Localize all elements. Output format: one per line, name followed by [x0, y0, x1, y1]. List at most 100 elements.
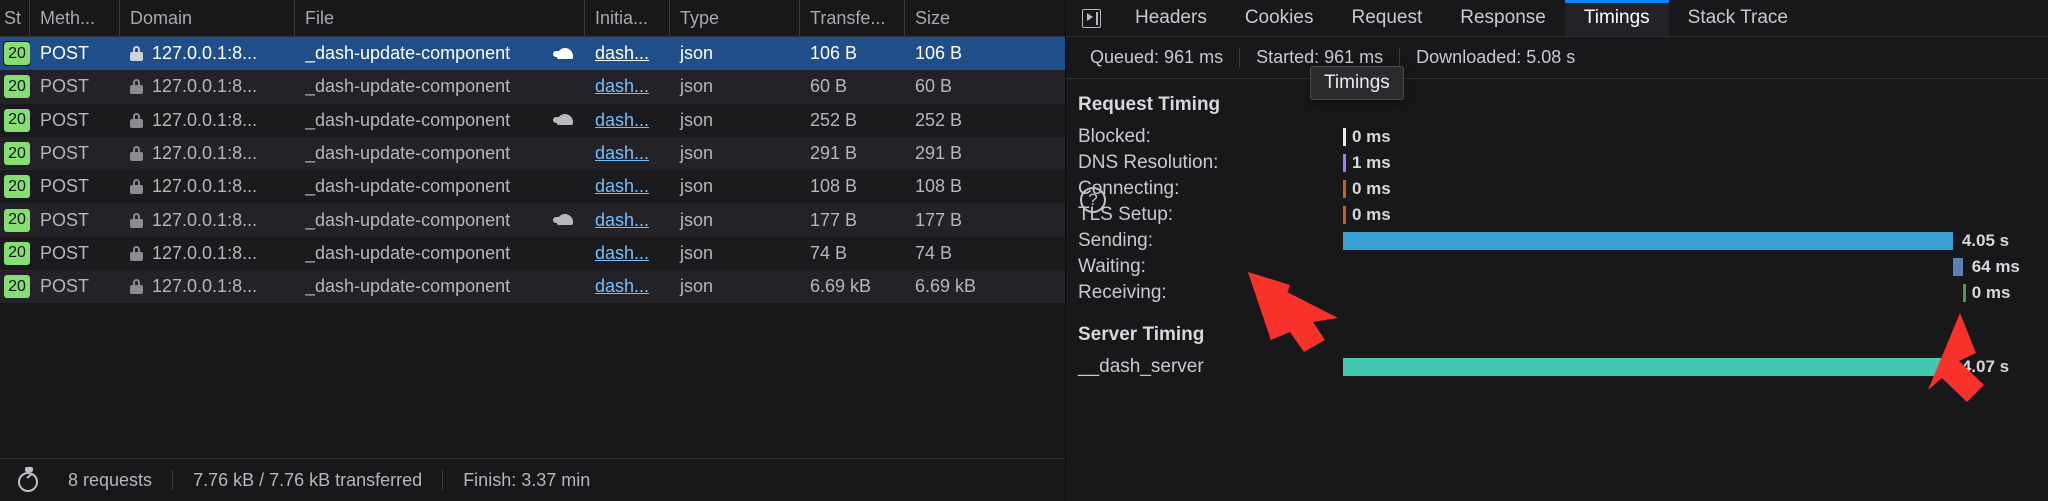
timing-row: Waiting: 64 ms	[1066, 254, 2048, 280]
tab-response[interactable]: Response	[1441, 0, 1565, 36]
timing-label: DNS Resolution:	[1078, 152, 1219, 173]
status-badge: 20	[4, 241, 30, 265]
domain-text: 127.0.0.1:8...	[152, 209, 258, 230]
lock-icon	[130, 112, 143, 128]
transferred-cell: 177 B	[810, 209, 858, 230]
file-cell: _dash-update-component	[295, 203, 585, 236]
timing-value: 0 ms	[1352, 205, 1391, 224]
column-header-size[interactable]: Size	[905, 0, 1065, 36]
column-header-domain[interactable]: Domain	[120, 0, 295, 36]
summary-started: Started: 961 ms	[1256, 47, 1384, 67]
tab-stack-trace[interactable]: Stack Trace	[1669, 0, 1807, 36]
column-header-type[interactable]: Type	[670, 0, 800, 36]
initiator-link[interactable]: dash...	[595, 210, 649, 231]
size-cell: 252 B	[915, 109, 963, 130]
domain-cell: 127.0.0.1:8...	[120, 70, 295, 103]
status-cell: 20	[0, 104, 30, 137]
file-cell: _dash-update-component	[295, 237, 585, 270]
timing-value: 64 ms	[1971, 257, 2020, 276]
domain-text: 127.0.0.1:8...	[152, 43, 258, 64]
lock-icon	[130, 212, 143, 228]
tab-headers[interactable]: Headers	[1116, 0, 1226, 36]
table-row[interactable]: 20 POST 127.0.0.1:8... _dash-update-compone…	[0, 103, 1065, 137]
file-name: _dash-update-component	[305, 242, 511, 263]
timing-bar	[1343, 206, 1346, 224]
table-row[interactable]: 20 POST 127.0.0.1:8... _dash-update-compone…	[0, 70, 1065, 104]
timings-summary-bar: Queued: 961 ms Started: 961 ms Downloade…	[1066, 37, 2048, 79]
lock-icon	[130, 245, 143, 261]
lock-icon	[130, 279, 143, 295]
slow-request-turtle-icon	[553, 47, 575, 61]
timing-bar-track: 1 ms	[1343, 150, 2048, 176]
request-details-panel: Headers Cookies Request Response Timings Stac…	[1066, 0, 2048, 501]
file-cell: _dash-update-component	[295, 104, 585, 137]
initiator-link[interactable]: dash...	[595, 43, 649, 64]
initiator-link[interactable]: dash...	[595, 110, 649, 131]
table-row[interactable]: 20 POST 127.0.0.1:8... _dash-update-compone…	[0, 136, 1065, 171]
file-cell: _dash-update-component	[295, 70, 585, 103]
transferred-cell: 74 B	[810, 242, 848, 263]
request-list-header: St Meth... Domain File Initia... Type Tr…	[0, 0, 1065, 37]
file-cell: _dash-update-component	[295, 270, 585, 303]
timing-bar	[1343, 358, 1953, 376]
timing-row: Sending: 4.05 s	[1066, 228, 2048, 254]
initiator-link[interactable]: dash...	[595, 76, 649, 97]
domain-text: 127.0.0.1:8...	[152, 143, 258, 164]
transferred-cell: 291 B	[810, 143, 858, 164]
file-name: _dash-update-component	[305, 109, 511, 130]
file-name: _dash-update-component	[305, 143, 511, 164]
timing-value: 1 ms	[1352, 153, 1391, 172]
toggle-sidebar-button[interactable]	[1066, 0, 1116, 36]
timing-bar-track: 64 ms	[1343, 254, 2048, 280]
help-icon[interactable]: ?	[1080, 187, 1106, 213]
status-badge: 20	[4, 75, 30, 99]
initiator-link[interactable]: dash...	[595, 276, 649, 297]
status-badge: 20	[4, 275, 30, 299]
table-row[interactable]: 20 POST 127.0.0.1:8... _dash-update-compone…	[0, 170, 1065, 204]
tab-request[interactable]: Request	[1332, 0, 1441, 36]
file-name: _dash-update-component	[305, 209, 511, 230]
status-cell: 20	[0, 137, 30, 170]
method-cell: POST	[40, 209, 90, 230]
initiator-link[interactable]: dash...	[595, 143, 649, 164]
tab-cookies[interactable]: Cookies	[1226, 0, 1333, 36]
type-cell: json	[680, 209, 714, 230]
file-cell: _dash-update-component	[295, 37, 585, 70]
domain-cell: 127.0.0.1:8...	[120, 237, 295, 270]
table-row[interactable]: 20 POST 127.0.0.1:8... _dash-update-compone…	[0, 203, 1065, 237]
timing-value: 4.07 s	[1961, 357, 2010, 376]
tab-timings[interactable]: Timings	[1564, 0, 1669, 36]
status-badge: 20	[4, 175, 30, 199]
domain-text: 127.0.0.1:8...	[152, 242, 258, 263]
timing-bar-track: 4.07 s	[1343, 354, 2048, 380]
size-cell: 108 B	[915, 176, 963, 197]
file-name: _dash-update-component	[305, 76, 511, 97]
column-header-initiator[interactable]: Initia...	[585, 0, 670, 36]
table-row[interactable]: 20 POST 127.0.0.1:8... _dash-update-compone…	[0, 236, 1065, 271]
table-row[interactable]: 20 POST 127.0.0.1:8... _dash-update-compone…	[0, 37, 1065, 71]
request-list-rows: 20 POST 127.0.0.1:8... _dash-update-compone…	[0, 37, 1065, 458]
request-list-panel: St Meth... Domain File Initia... Type Tr…	[0, 0, 1066, 501]
timing-label: __dash_server	[1078, 356, 1204, 377]
column-header-transferred[interactable]: Transfe...	[800, 0, 905, 36]
column-header-file[interactable]: File	[295, 0, 585, 36]
request-timing-title: Request Timing	[1078, 94, 1221, 115]
initiator-cell: dash...	[585, 137, 670, 170]
method-cell: POST	[40, 109, 90, 130]
column-header-status[interactable]: St	[0, 0, 30, 36]
column-header-method[interactable]: Meth...	[30, 0, 120, 36]
table-row[interactable]: 20 POST 127.0.0.1:8... _dash-update-compone…	[0, 270, 1065, 304]
initiator-link[interactable]: dash...	[595, 176, 649, 197]
type-cell: json	[680, 176, 714, 197]
finish-time: Finish: 3.37 min	[463, 469, 591, 490]
initiator-cell: dash...	[585, 170, 670, 203]
initiator-cell: dash...	[585, 237, 670, 270]
timing-bar-track: 0 ms	[1343, 124, 2048, 150]
timing-label: TLS Setup:	[1078, 204, 1174, 225]
lock-icon	[130, 79, 143, 95]
network-status-bar: 8 requests 7.76 kB / 7.76 kB transferred…	[0, 458, 1065, 501]
timing-bar-track: 4.05 s	[1343, 228, 2048, 254]
server-timing-list: __dash_server 4.07 s	[1066, 354, 2048, 380]
timing-bar	[1343, 154, 1346, 172]
initiator-link[interactable]: dash...	[595, 243, 649, 264]
